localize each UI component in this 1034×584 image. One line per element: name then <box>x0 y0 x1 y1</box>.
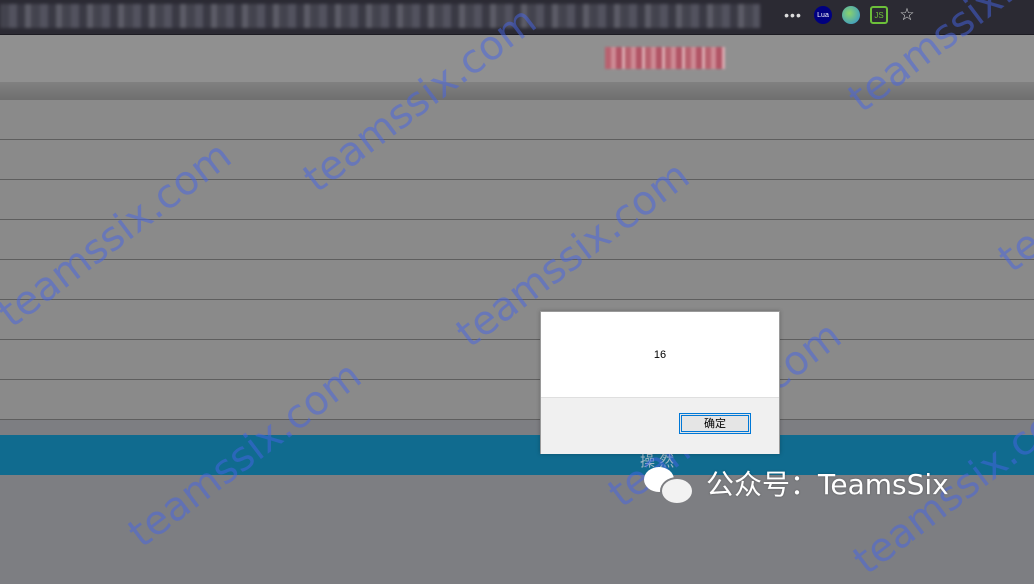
js-extension-icon[interactable]: JS <box>870 6 888 24</box>
table-row <box>0 380 1034 420</box>
globe-extension-icon[interactable] <box>842 6 860 24</box>
lua-extension-icon[interactable]: Lua <box>814 6 832 24</box>
ok-button[interactable]: 确定 <box>679 413 751 434</box>
alert-dialog: 16 确定 <box>540 311 780 454</box>
wechat-icon <box>642 463 696 505</box>
table-row <box>0 340 1034 380</box>
alert-message: 16 <box>653 349 667 361</box>
table-row <box>0 140 1034 180</box>
wechat-badge: 公众号：TeamsSix <box>642 463 949 505</box>
table-row <box>0 100 1034 140</box>
wechat-label: 公众号：TeamsSix <box>706 468 949 501</box>
site-header <box>0 35 1034 82</box>
address-bar[interactable] <box>0 4 760 28</box>
bookmark-star-icon[interactable]: ☆ <box>898 5 916 24</box>
browser-toolbar: ••• Lua JS ☆ <box>0 0 1034 35</box>
table-row <box>0 220 1034 260</box>
nav-strip <box>0 82 1034 100</box>
toolbar-icons: ••• Lua JS ☆ <box>782 5 916 24</box>
dialog-footer: 确定 <box>541 397 779 454</box>
table-row <box>0 300 1034 340</box>
more-icon[interactable]: ••• <box>782 6 804 24</box>
redacted-title <box>605 47 725 69</box>
content-rows <box>0 100 1034 420</box>
table-row <box>0 260 1034 300</box>
table-row <box>0 180 1034 220</box>
